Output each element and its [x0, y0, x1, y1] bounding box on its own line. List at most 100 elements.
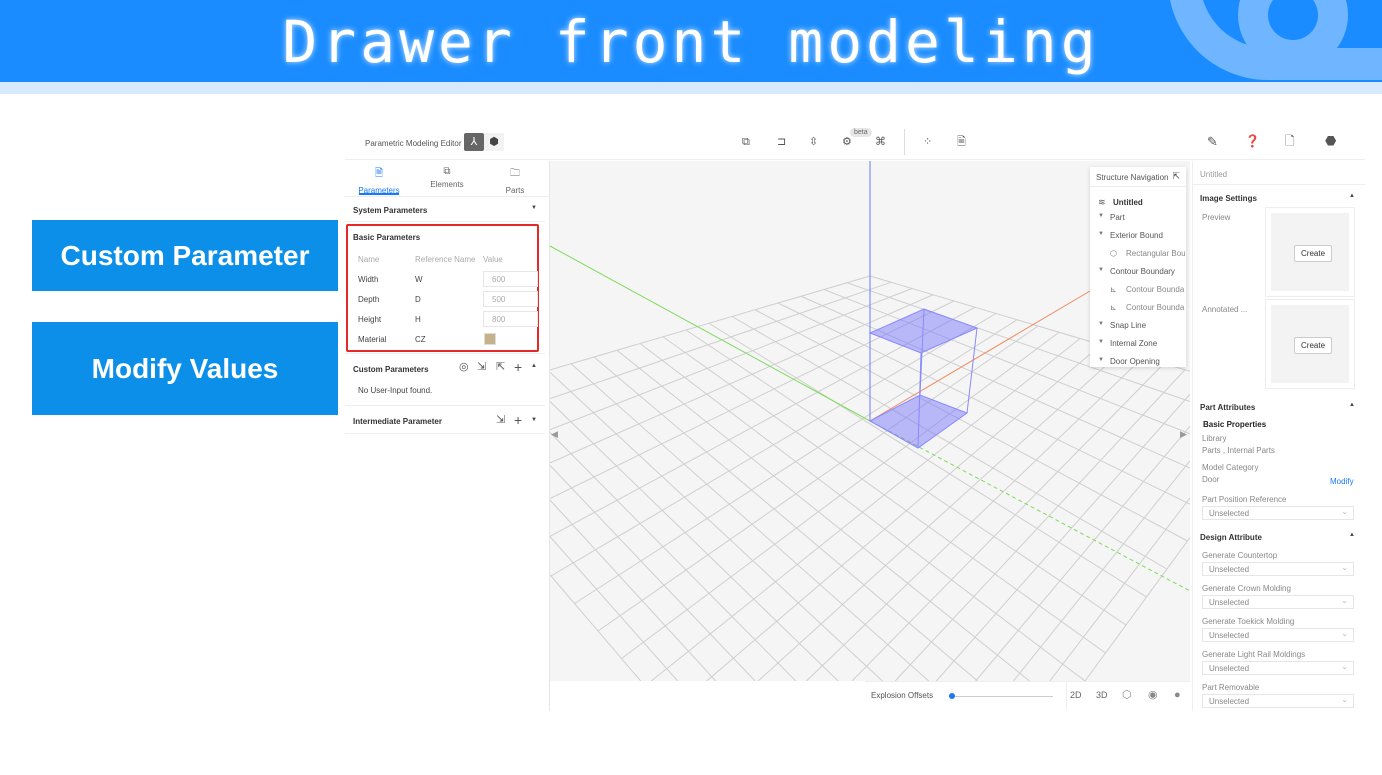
modify-link[interactable]: Modify — [1330, 477, 1354, 486]
editor-app: Parametric Modeling Editor ⅄ ⬢ ⧉ ⊐ ⇳ bet… — [345, 125, 1366, 711]
tree-item[interactable]: Rectangular Bou — [1126, 249, 1186, 258]
caret-up-icon[interactable]: ▲ — [531, 363, 537, 369]
eye-icon[interactable]: ◉ — [1148, 690, 1158, 701]
expand-caret-icon[interactable]: ▼ — [1098, 321, 1104, 327]
height-input[interactable]: 800 — [483, 311, 538, 327]
import-icon[interactable]: ⇲ — [496, 415, 505, 426]
caret-down-icon[interactable]: ▼ — [531, 417, 537, 423]
expand-caret-icon[interactable]: ▼ — [1098, 357, 1104, 363]
depth-input[interactable]: 500 — [483, 291, 538, 307]
box-icon[interactable]: ⧉ — [742, 137, 750, 148]
grid-icon[interactable]: ⌘ — [875, 137, 886, 148]
collapse-right-icon[interactable]: ▶ — [1180, 429, 1187, 440]
grid-line — [975, 425, 1190, 681]
create-preview-button[interactable]: Create — [1294, 245, 1333, 262]
tab-parts[interactable]: 🗀 Parts — [485, 166, 545, 195]
info-icon[interactable]: ● — [1174, 690, 1181, 701]
node-icon[interactable]: ⊾ — [1110, 303, 1117, 312]
tree-item[interactable]: Contour Boundary — [1110, 267, 1175, 276]
grid-line — [550, 371, 883, 681]
grid-line — [550, 401, 839, 681]
design-select[interactable]: Unselected — [1202, 661, 1354, 675]
caret-up-icon[interactable]: ▲ — [1349, 193, 1355, 199]
import-icon[interactable]: ⇲ — [477, 362, 486, 373]
tree-item[interactable]: Exterior Bound — [1110, 231, 1163, 240]
material-swatch[interactable] — [484, 333, 496, 345]
collapse-left-icon[interactable]: ◀ — [551, 429, 558, 440]
axis-mode-icon[interactable]: ⅄ — [464, 133, 484, 151]
tree-item[interactable]: Snap Line — [1110, 321, 1146, 330]
expand-icon[interactable]: ⇱ — [1172, 171, 1180, 182]
bracket-icon[interactable]: ⊐ — [777, 137, 786, 148]
pencil-icon[interactable]: ✎ — [1207, 135, 1218, 148]
tree-item[interactable]: Contour Bounda — [1126, 285, 1184, 294]
library-label: Library — [1202, 434, 1227, 443]
callout-custom-parameter: Custom Parameter — [32, 220, 338, 291]
caret-down-icon[interactable]: ▼ — [531, 205, 537, 211]
settings-icon[interactable]: ⬣ — [1325, 134, 1336, 147]
section-title: Custom Parameters — [353, 365, 429, 374]
2d-button[interactable]: 2D — [1070, 690, 1082, 700]
nodes-icon[interactable]: ⁘ — [923, 137, 932, 148]
explosion-slider[interactable] — [951, 696, 1053, 697]
grid-line — [1049, 497, 1190, 681]
tree-item[interactable]: Door Opening — [1110, 357, 1160, 366]
3d-button[interactable]: 3D — [1096, 690, 1108, 700]
section-title: Intermediate Parameter — [353, 417, 442, 426]
field-label: Generate Countertop — [1202, 551, 1278, 560]
design-select[interactable]: Unselected — [1202, 562, 1354, 576]
tree-item[interactable]: Internal Zone — [1110, 339, 1157, 348]
banner-title: Drawer front modeling — [282, 8, 1100, 76]
library-value: Parts , Internal Parts — [1202, 446, 1275, 455]
tab-label: Parts — [505, 186, 525, 195]
table-row: Depth D 500 — [358, 290, 543, 310]
design-select[interactable]: Unselected — [1202, 628, 1354, 642]
create-annotated-button[interactable]: Create — [1294, 337, 1333, 354]
caret-up-icon[interactable]: ▲ — [1349, 532, 1355, 538]
explosion-label: Explosion Offsets — [871, 691, 934, 700]
node-icon[interactable]: ⬡ — [1110, 249, 1117, 258]
add-icon[interactable]: + — [514, 413, 522, 427]
component-icon[interactable]: ⚙ — [842, 137, 852, 148]
node-icon[interactable]: ⊾ — [1110, 285, 1117, 294]
caret-up-icon[interactable]: ▲ — [1349, 402, 1355, 408]
design-select[interactable]: Unselected — [1202, 595, 1354, 609]
width-input[interactable]: 600 — [483, 271, 538, 287]
add-icon[interactable]: + — [514, 360, 522, 374]
tab-parameters[interactable]: 🗎 Parameters — [349, 166, 409, 195]
param-name: Height — [358, 315, 382, 324]
expand-caret-icon[interactable]: ▼ — [1098, 267, 1104, 273]
expand-caret-icon[interactable]: ▼ — [1098, 231, 1104, 237]
expand-caret-icon[interactable]: ▼ — [1098, 213, 1104, 219]
tab-elements[interactable]: ⧉ Elements — [417, 166, 477, 189]
export-icon[interactable]: ⇱ — [496, 362, 505, 373]
column-header: Name — [358, 255, 380, 264]
section-title: Basic Parameters — [353, 233, 421, 242]
link-icon[interactable]: ⇳ — [809, 137, 818, 148]
model-mode-icon[interactable]: ⬢ — [484, 133, 504, 151]
cube-icon[interactable]: ⬡ — [1122, 690, 1132, 701]
custom-parameters-section: Custom Parameters ◎ ⇲ ⇱ + ▲ No User-Inpu… — [345, 356, 545, 406]
target-icon[interactable]: ◎ — [459, 362, 469, 373]
right-panel: Untitled Image Settings ▲ Preview Create… — [1192, 161, 1366, 711]
help-icon[interactable]: ❓ — [1245, 135, 1260, 147]
file-icon[interactable]: 🗋 — [1285, 135, 1295, 147]
nav-header: Structure Navigation ⇱ — [1090, 167, 1186, 187]
system-parameters-section[interactable]: System Parameters ▼ — [345, 197, 545, 222]
section-title: Part Attributes — [1200, 403, 1256, 412]
design-select[interactable]: Unselected — [1202, 694, 1354, 708]
document-icon[interactable]: 🗎 — [957, 137, 966, 148]
banner-strip — [0, 82, 1382, 94]
tree-item[interactable]: Part — [1110, 213, 1125, 222]
folder-icon: 🗀 — [510, 168, 520, 179]
model-name: Untitled — [1200, 170, 1228, 179]
tree-root[interactable]: Untitled — [1113, 198, 1143, 207]
expand-caret-icon[interactable]: ▼ — [1098, 339, 1104, 345]
field-label: Generate Toekick Molding — [1202, 617, 1295, 626]
tree-item[interactable]: Contour Bounda — [1126, 303, 1184, 312]
explosion-slider-handle[interactable] — [949, 693, 955, 699]
nav-title: Structure Navigation — [1096, 173, 1169, 182]
tab-label: Elements — [430, 180, 464, 189]
param-ref: W — [415, 275, 423, 284]
part-position-select[interactable]: Unselected — [1202, 506, 1354, 520]
